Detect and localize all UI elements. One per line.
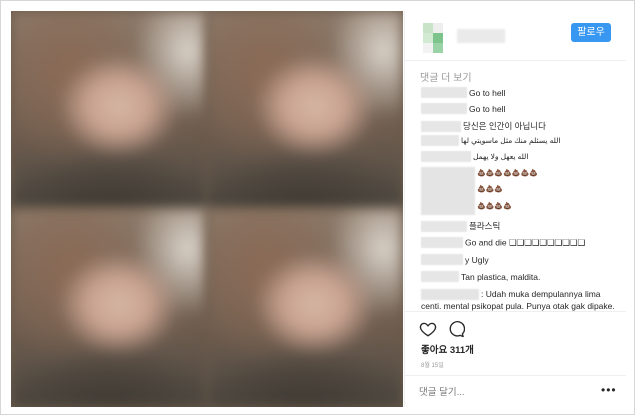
- username-redacted[interactable]: [457, 29, 505, 43]
- heart-icon[interactable]: [419, 320, 437, 338]
- post-modal: 팔로우 댓글 더 보기 Go to hell Go to hell 당신은 인간…: [0, 0, 635, 415]
- post-sidebar: 팔로우 댓글 더 보기 Go to hell Go to hell 당신은 인간…: [404, 11, 626, 407]
- comment-username-redacted[interactable]: [421, 151, 471, 162]
- comment-text: الله يسئلم منك مثل ماسويتي لها: [461, 136, 561, 145]
- post-photo-blurred: [11, 11, 403, 407]
- comment-text: Go to hell: [469, 87, 506, 98]
- comment-item: Tan plastica, maldita.: [421, 271, 540, 285]
- divider: [405, 311, 626, 312]
- post-date: 8월 15일: [421, 363, 444, 369]
- comment-text: 💩💩💩💩💩💩💩: [477, 170, 539, 177]
- comment-text: 💩💩💩: [477, 186, 504, 193]
- comment-username-redacted[interactable]: [421, 135, 459, 146]
- comment-item: 플라스틱: [421, 220, 500, 234]
- comment-item: Go to hell: [421, 103, 505, 117]
- likes-count[interactable]: 좋아요 311개: [421, 342, 474, 356]
- comment-text: Tan plastica, maldita.: [461, 271, 541, 282]
- comment-item: Go to hell: [421, 87, 505, 101]
- comment-item: 당신은 인간이 아닙니다: [421, 120, 546, 134]
- comment-item: الله يعهل ولا يهمل: [421, 151, 528, 165]
- comment-username-redacted[interactable]: [421, 237, 463, 249]
- comment-item: 💩💩💩💩: [477, 202, 512, 216]
- comment-username-redacted[interactable]: [421, 254, 463, 266]
- divider: [405, 375, 626, 376]
- comment-username-redacted[interactable]: [421, 220, 467, 232]
- action-bar: [419, 320, 479, 340]
- comment-input[interactable]: [419, 385, 579, 399]
- more-options-icon[interactable]: •••: [601, 383, 617, 397]
- comment-text: 당신은 인간이 아닙니다: [463, 121, 546, 131]
- comment-text: Go and die ❏❏❏❏❏❏❏❏❏❏: [465, 237, 586, 248]
- comment-item: الله يسئلم منك مثل ماسويتي لها: [421, 135, 560, 149]
- post-header: 팔로우: [405, 11, 626, 61]
- photo-tile: [207, 11, 403, 209]
- photo-tile: [11, 11, 207, 209]
- comment-item: Go and die ❏❏❏❏❏❏❏❏❏❏: [421, 237, 585, 251]
- follow-button[interactable]: 팔로우: [571, 23, 611, 42]
- comment-username-redacted[interactable]: [421, 120, 461, 132]
- comment-text: 플라스틱: [469, 221, 501, 231]
- photo-tile: [207, 209, 403, 407]
- comment-item: y Ugly: [421, 254, 489, 268]
- avatar[interactable]: [423, 23, 453, 53]
- comment-text: Go to hell: [469, 103, 506, 114]
- comment-username-redacted[interactable]: [421, 271, 459, 283]
- comment-text: : Udah muka dempulannya lima centi. ment…: [421, 289, 615, 311]
- comment-text: 💩💩💩💩: [477, 203, 512, 210]
- comment-text: y Ugly: [465, 254, 489, 265]
- comment-item: 💩💩💩: [477, 185, 503, 199]
- comment-text: الله يعهل ولا يهمل: [473, 152, 529, 161]
- commenter-redacted: [421, 167, 475, 215]
- comment-username-redacted[interactable]: [421, 103, 467, 115]
- comment-item: 💩💩💩💩💩💩💩: [477, 169, 538, 183]
- comments-list: 댓글 더 보기 Go to hell Go to hell 당신은 인간이 아닙…: [413, 69, 618, 311]
- comment-username-redacted[interactable]: [421, 87, 467, 99]
- photo-tile: [11, 209, 207, 407]
- load-more-comments[interactable]: 댓글 더 보기: [420, 69, 472, 84]
- comment-icon[interactable]: [447, 320, 466, 338]
